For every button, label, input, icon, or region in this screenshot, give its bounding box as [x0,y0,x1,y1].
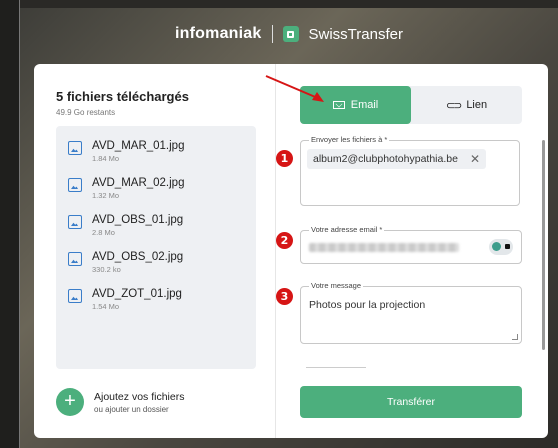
recipients-field[interactable]: Envoyer les fichiers à * album2@clubphot… [300,135,520,206]
file-size: 2.8 Mo [92,228,115,237]
app-header: infomaniak SwissTransfer [20,14,558,54]
annotation-badge-3: 3 [276,288,293,305]
file-item[interactable]: AVD_OBS_02.jpg 330.2 ko [56,251,256,288]
window-top-edge [0,0,558,8]
add-files-button[interactable]: + [56,388,84,416]
tab-email-label: Email [350,99,379,111]
files-title: 5 fichiers téléchargés [56,89,189,104]
image-file-icon [68,215,82,229]
file-item[interactable]: AVD_OBS_01.jpg 2.8 Mo [56,214,256,251]
swisstransfer-logo-icon [282,26,299,42]
add-folder-link[interactable]: ou ajouter un dossier [94,405,184,414]
hidden-field-edge [306,367,366,368]
transfer-card: 5 fichiers téléchargés 49.9 Go restants … [34,64,548,438]
file-size: 1.84 Mo [92,154,120,163]
message-field[interactable]: Votre message Photos pour la projection [300,281,522,344]
sender-email-label: Votre adresse email * [309,225,385,234]
tab-link-label: Lien [466,99,488,111]
transfer-mode-toggle: Email ⊂⊃ Lien [300,86,522,124]
file-item[interactable]: AVD_MAR_02.jpg 1.32 Mo [56,177,256,214]
form-panel: Email ⊂⊃ Lien Envoyer les fichiers à * a… [276,64,548,438]
tab-link[interactable]: ⊂⊃ Lien [411,86,522,124]
image-file-icon [68,289,82,303]
image-file-icon [68,252,82,266]
image-file-icon [68,178,82,192]
annotation-badge-1: 1 [276,150,293,167]
file-item[interactable]: AVD_ZOT_01.jpg 1.54 Mo [56,288,256,325]
sender-email-field[interactable]: Votre adresse email * [300,225,522,264]
file-name: AVD_OBS_02.jpg [92,251,184,263]
storage-remaining: 49.9 Go restants [56,108,116,117]
add-files-link[interactable]: Ajoutez vos fichiers [94,391,184,403]
window-left-edge [0,0,20,448]
redacted-email-value [309,243,459,252]
recipient-chip: album2@clubphotohypathia.be ✕ [307,149,486,169]
image-file-icon [68,141,82,155]
add-files-area: + Ajoutez vos fichiers ou ajouter un dos… [56,388,184,416]
product-name[interactable]: SwissTransfer [309,26,403,43]
file-name: AVD_ZOT_01.jpg [92,288,182,300]
recipient-email: album2@clubphotohypathia.be [313,153,458,165]
file-item[interactable]: AVD_MAR_01.jpg 1.84 Mo [56,140,256,177]
file-list: AVD_MAR_01.jpg 1.84 Mo AVD_MAR_02.jpg 1.… [56,126,256,369]
form-scrollbar[interactable] [542,140,545,350]
files-panel: 5 fichiers téléchargés 49.9 Go restants … [34,64,276,438]
file-size: 1.32 Mo [92,191,120,200]
brand-name[interactable]: infomaniak [175,25,261,43]
annotation-badge-2: 2 [276,232,293,249]
tab-email[interactable]: Email [300,86,411,124]
remove-recipient-icon[interactable]: ✕ [470,152,480,166]
password-manager-icon[interactable] [489,239,513,255]
resize-handle-icon[interactable] [512,334,518,340]
mail-icon [332,101,345,109]
header-divider [271,25,273,43]
file-name: AVD_OBS_01.jpg [92,214,184,226]
message-value: Photos pour la projection [309,299,426,311]
message-label: Votre message [309,281,364,290]
file-size: 330.2 ko [92,265,121,274]
file-name: AVD_MAR_02.jpg [92,177,185,189]
transfer-button[interactable]: Transférer [300,386,522,418]
link-icon: ⊂⊃ [445,99,463,112]
file-size: 1.54 Mo [92,302,120,311]
file-name: AVD_MAR_01.jpg [92,140,185,152]
recipients-label: Envoyer les fichiers à * [309,135,390,144]
